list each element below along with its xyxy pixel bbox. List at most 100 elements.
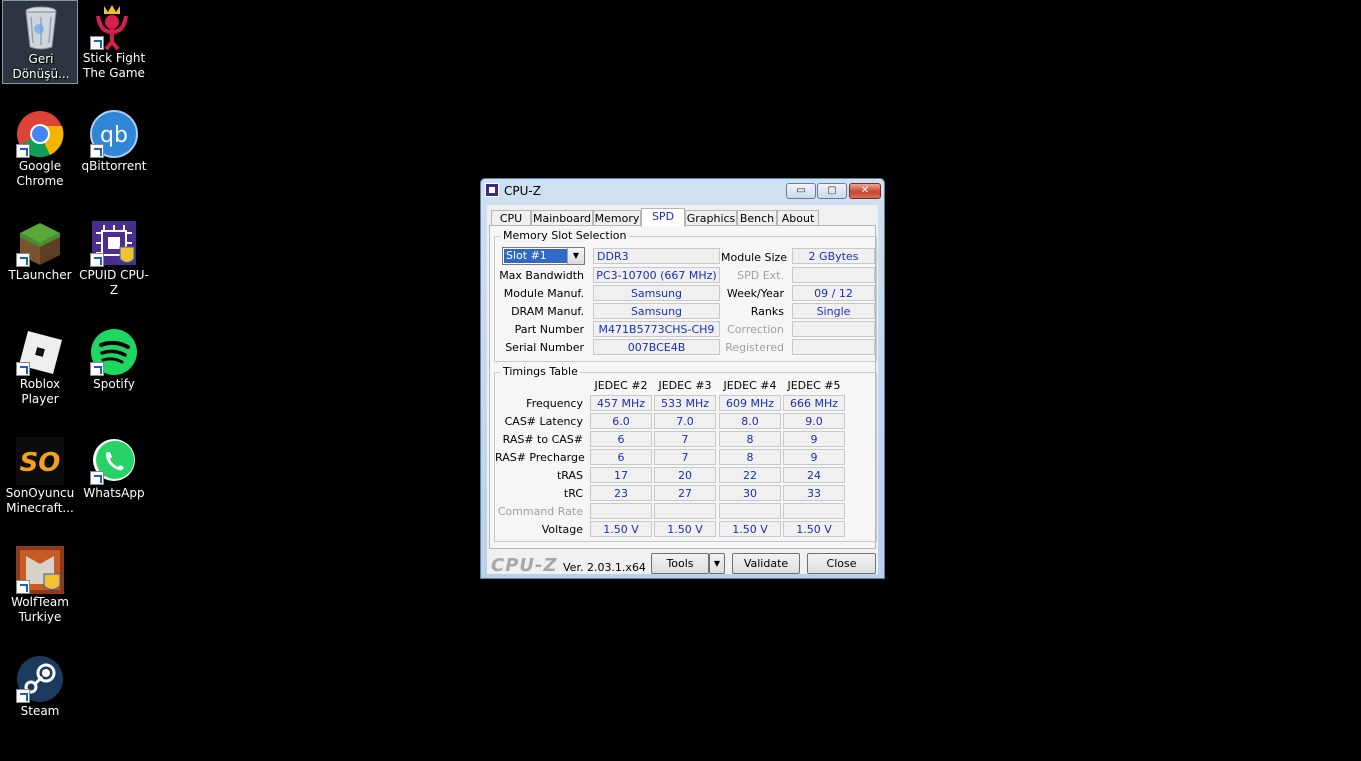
timing-row-label: Command Rate <box>497 505 583 518</box>
timing-cell: 609 MHz <box>719 395 781 411</box>
desktop-icon-sonoyuncu[interactable]: SO SonOyuncu Minecraft... <box>2 435 78 531</box>
desktop-icon-label: TLauncher <box>8 268 72 282</box>
week-year-field: 09 / 12 <box>792 285 875 301</box>
tools-button[interactable]: Tools <box>651 553 709 574</box>
shortcut-arrow-icon <box>16 144 30 158</box>
max-bandwidth-field: PC3-10700 (667 MHz) <box>593 267 720 283</box>
chevron-down-icon[interactable]: ▼ <box>567 248 584 264</box>
timing-cell: 1.50 V <box>590 521 652 537</box>
spotify-icon <box>90 328 138 376</box>
desktop-icon-tlauncher[interactable]: TLauncher <box>2 217 78 313</box>
roblox-icon <box>16 328 64 376</box>
slot-select[interactable]: Slot #1 ▼ <box>502 247 585 265</box>
timing-cell: 9.0 <box>783 413 845 429</box>
timing-cell: 7 <box>654 449 716 465</box>
tab-graphics[interactable]: Graphics <box>685 210 737 226</box>
timing-cell: 6 <box>590 449 652 465</box>
desktop-icon-steam[interactable]: Steam <box>2 653 78 749</box>
desktop-icon-label: qBittorrent <box>81 159 147 173</box>
minimize-button[interactable]: ▭ <box>786 183 816 199</box>
desktop-icon-label: Spotify <box>93 377 135 391</box>
label-dram-manuf: DRAM Manuf. <box>511 305 584 318</box>
timing-column-header: JEDEC #2 <box>594 379 648 392</box>
desktop-icon-label: Google Chrome <box>16 159 64 188</box>
shortcut-arrow-icon <box>16 362 30 376</box>
desktop-icon-roblox[interactable]: Roblox Player <box>2 326 78 422</box>
title-bar[interactable]: CPU-Z ▭ ▢ ✕ <box>481 179 884 203</box>
tools-dropdown-button[interactable]: ▼ <box>709 553 725 574</box>
timing-cell: 1.50 V <box>719 521 781 537</box>
tab-spd[interactable]: SPD <box>641 208 685 227</box>
cpuz-icon <box>90 219 138 267</box>
timing-cell: 7.0 <box>654 413 716 429</box>
desktop-icon-chrome[interactable]: Google Chrome <box>2 108 78 204</box>
timing-cell: 533 MHz <box>654 395 716 411</box>
group-title: Timings Table <box>501 365 580 378</box>
label-serial-number: Serial Number <box>505 341 584 354</box>
slot-select-value: Slot #1 <box>504 249 568 263</box>
tab-bench[interactable]: Bench <box>737 210 777 226</box>
registered-field <box>792 339 875 355</box>
validate-button[interactable]: Validate <box>732 553 800 574</box>
ranks-field: Single <box>792 303 875 319</box>
timing-cell <box>590 503 652 519</box>
module-size-field: 2 GBytes <box>792 248 875 264</box>
timing-cell: 22 <box>719 467 781 483</box>
desktop-icon-spotify[interactable]: Spotify <box>76 326 152 422</box>
timing-cell: 27 <box>654 485 716 501</box>
timing-cell: 33 <box>783 485 845 501</box>
label-spd-ext: SPD Ext. <box>737 269 784 282</box>
timing-cell: 17 <box>590 467 652 483</box>
timing-cell: 1.50 V <box>783 521 845 537</box>
desktop-icon-whatsapp[interactable]: WhatsApp <box>76 435 152 531</box>
desktop-icon-stick-fight[interactable]: Stick Fight The Game <box>76 0 152 96</box>
desktop-icon-qbittorrent[interactable]: qb qBittorrent <box>76 108 152 204</box>
desktop-icon-label: Geri Dönüşü... <box>12 52 70 81</box>
label-week-year: Week/Year <box>726 287 784 300</box>
timing-cell: 20 <box>654 467 716 483</box>
tlauncher-icon <box>16 219 64 267</box>
cpuz-brand-logo: CPU-Z <box>491 555 558 576</box>
label-part-number: Part Number <box>514 323 584 336</box>
correction-field <box>792 321 875 337</box>
timing-row-label: tRC <box>563 487 583 500</box>
desktop-icon-cpuz[interactable]: CPUID CPU-Z <box>76 217 152 313</box>
label-max-bandwidth: Max Bandwidth <box>499 269 584 282</box>
timing-column-header: JEDEC #5 <box>787 379 841 392</box>
desktop-icon-recycle-bin[interactable]: Geri Dönüşü... <box>2 0 78 84</box>
timing-cell: 1.50 V <box>654 521 716 537</box>
window-title: CPU-Z <box>504 184 541 198</box>
timings-table-group: Timings Table JEDEC #2 JEDEC #3 JEDEC #4 JE… <box>494 365 877 542</box>
timing-row-label: Voltage <box>541 523 583 536</box>
timing-row-label: tRAS <box>556 469 583 482</box>
tab-memory[interactable]: Memory <box>593 210 641 226</box>
part-number-field: M471B5773CHS-CH9 <box>593 321 720 337</box>
maximize-button[interactable]: ▢ <box>817 183 847 199</box>
timing-cell <box>719 503 781 519</box>
timing-column-header: JEDEC #3 <box>658 379 712 392</box>
timing-row-label: RAS# Precharge <box>495 451 585 464</box>
cpuz-window: CPU-Z ▭ ▢ ✕ CPU Mainboard Memory SPD Gra… <box>480 178 885 579</box>
version-label: Ver. 2.03.1.x64 <box>563 561 646 574</box>
desktop-icon-label: SonOyuncu Minecraft... <box>5 486 75 515</box>
label-correction: Correction <box>727 323 784 336</box>
qb-text: qb <box>100 123 128 148</box>
tab-about[interactable]: About <box>777 210 819 226</box>
desktop-icon-label: WolfTeam Turkiye <box>11 595 69 624</box>
timing-column-header: JEDEC #4 <box>723 379 777 392</box>
label-registered: Registered <box>725 341 784 354</box>
close-window-button[interactable]: ✕ <box>849 183 881 199</box>
tab-cpu[interactable]: CPU <box>491 210 531 226</box>
timing-row-label: CAS# Latency <box>504 415 583 428</box>
desktop-icon-label: WhatsApp <box>83 486 145 500</box>
desktop-icon-label: CPUID CPU-Z <box>79 268 149 297</box>
timing-cell <box>783 503 845 519</box>
group-title: Memory Slot Selection <box>501 229 629 242</box>
desktop-icon-label: Stick Fight The Game <box>82 51 146 80</box>
timing-cell: 6 <box>590 431 652 447</box>
dram-manuf-field: Samsung <box>593 303 720 319</box>
memory-slot-group: Memory Slot Selection Slot #1 ▼ DDR3 Max… <box>494 229 877 362</box>
tab-mainboard[interactable]: Mainboard <box>531 210 593 226</box>
close-button[interactable]: Close <box>807 553 876 574</box>
desktop-icon-wolfteam[interactable]: WolfTeam Turkiye <box>2 544 78 640</box>
